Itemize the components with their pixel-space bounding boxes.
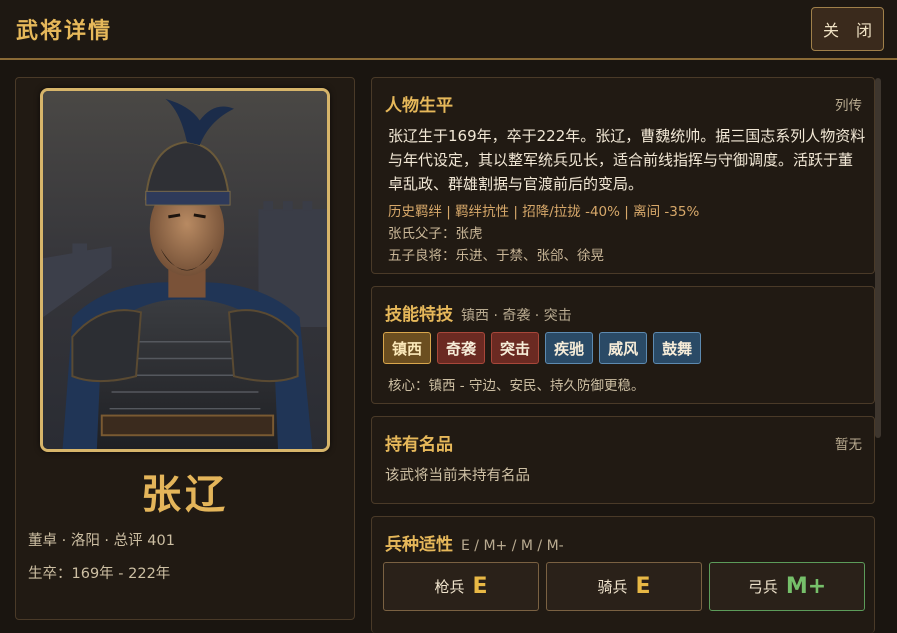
close-button[interactable]: 关 闭: [811, 7, 884, 51]
portrait-image: [43, 91, 327, 449]
troop-list: 枪兵 E 骑兵 E 弓兵 M+: [383, 562, 865, 611]
bond-line: 历史羁绊 | 羁绊抗性 | 招降/拉拢 -40% | 离间 -35%: [388, 204, 700, 220]
treasure-text: 该武将当前未持有名品: [385, 468, 530, 484]
page-title: 武将详情: [16, 19, 113, 44]
biography-text: 张辽生于169年，卒于222年。张辽，曹魏统帅。据三国志系列人物资料与年代设定，…: [388, 127, 866, 193]
family-line: 张氏父子：张虎: [388, 226, 483, 242]
hero-lifespan: 生卒：169年 - 222年: [28, 566, 171, 582]
skill-tag[interactable]: 威风: [599, 332, 648, 364]
scrollbar[interactable]: [875, 78, 881, 438]
core-skill-line: 核心：镇西 - 守边、安民、持久防御更稳。: [388, 378, 645, 394]
generals-line: 五子良将：乐进、于禁、张郃、徐晃: [388, 248, 604, 264]
troop-label: 骑兵: [597, 578, 628, 596]
hero-meta: 董卓 · 洛阳 · 总评 401: [28, 533, 175, 549]
hero-name: 张辽: [141, 472, 229, 518]
troops-title-label: 兵种适性: [385, 535, 453, 555]
treasure-status: 暂无: [835, 437, 862, 453]
troop-archer[interactable]: 弓兵 M+: [709, 562, 865, 611]
troop-grade: E: [635, 574, 651, 599]
troops-subtitle: E / M+ / M / M-: [461, 538, 564, 554]
hero-portrait: [40, 88, 330, 452]
biography-title: 人物生平: [385, 96, 453, 116]
skill-tag[interactable]: 疾驰: [545, 332, 594, 364]
troops-title: 兵种适性 E / M+ / M / M-: [385, 530, 564, 555]
troop-grade: E: [472, 574, 488, 599]
biography-link[interactable]: 列传: [835, 94, 862, 114]
title-bar: 武将详情 关 闭: [0, 0, 897, 60]
skills-title-label: 技能特技: [385, 305, 453, 325]
troops-panel: 兵种适性 E / M+ / M / M- 枪兵 E 骑兵 E 弓兵 M+: [371, 516, 875, 633]
skills-subtitle: 镇西 · 奇袭 · 突击: [461, 308, 572, 324]
skill-tag[interactable]: 镇西: [383, 332, 432, 364]
skill-tag[interactable]: 奇袭: [437, 332, 486, 364]
troop-label: 枪兵: [434, 578, 465, 596]
biography-panel: 人物生平 列传 张辽生于169年，卒于222年。张辽，曹魏统帅。据三国志系列人物…: [371, 77, 875, 274]
treasure-title: 持有名品: [385, 435, 453, 455]
troop-spear[interactable]: 枪兵 E: [383, 562, 539, 611]
skill-tag[interactable]: 突击: [491, 332, 540, 364]
troop-cavalry[interactable]: 骑兵 E: [546, 562, 702, 611]
treasure-panel: 持有名品 暂无 该武将当前未持有名品: [371, 416, 875, 504]
skill-list: 镇西 奇袭 突击 疾驰 威风 鼓舞: [383, 332, 702, 364]
skills-panel: 技能特技 镇西 · 奇袭 · 突击 镇西 奇袭 突击 疾驰 威风 鼓舞 核心：镇西…: [371, 286, 875, 404]
troop-grade: M+: [785, 574, 827, 599]
troop-label: 弓兵: [747, 578, 778, 596]
skills-title: 技能特技 镇西 · 奇袭 · 突击: [385, 300, 572, 325]
skill-tag[interactable]: 鼓舞: [653, 332, 702, 364]
